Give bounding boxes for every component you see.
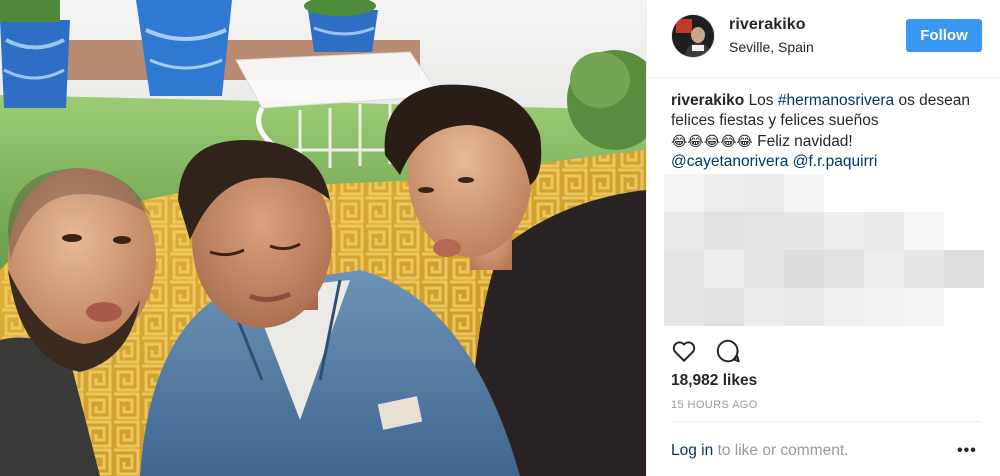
- login-prompt: Log in to like or comment.: [671, 442, 848, 460]
- comment-icon[interactable]: [715, 338, 741, 364]
- header-username[interactable]: riverakiko: [729, 16, 806, 34]
- mention-link-cayetano[interactable]: @cayetanorivera: [671, 153, 788, 170]
- divider: [671, 421, 981, 422]
- caption-username[interactable]: riverakiko: [671, 92, 744, 109]
- more-options-icon[interactable]: •••: [957, 442, 977, 460]
- post-caption: riverakiko Los #hermanosrivera os desean…: [671, 91, 991, 172]
- laughing-emoji-group: 😂😂😂😂😂: [671, 133, 753, 149]
- mention-link-paquirri[interactable]: @f.r.paquirri: [793, 153, 878, 170]
- login-prompt-text: to like or comment.: [713, 442, 849, 459]
- post-header: riverakiko Seville, Spain Follow: [647, 0, 1000, 78]
- caption-text-end: Feliz navidad!: [752, 133, 853, 150]
- hashtag-link[interactable]: #hermanosrivera: [778, 92, 894, 109]
- post-photo[interactable]: [0, 0, 646, 476]
- blue-pot-middle: [136, 0, 232, 96]
- blue-pot-left: [0, 0, 70, 108]
- follow-button[interactable]: Follow: [906, 19, 982, 52]
- like-count[interactable]: 18,982 likes: [671, 372, 757, 390]
- avatar[interactable]: [671, 14, 715, 58]
- photo-illustration: [0, 0, 646, 476]
- heart-icon[interactable]: [671, 338, 697, 364]
- post-side-panel: riverakiko Seville, Spain Follow riverak…: [646, 0, 1000, 476]
- post-timestamp[interactable]: 15 HOURS AGO: [671, 399, 758, 411]
- blue-pot-right: [304, 0, 378, 52]
- pixelated-comments: [664, 174, 984, 326]
- login-link[interactable]: Log in: [671, 442, 713, 459]
- caption-text-start: Los: [748, 92, 778, 109]
- header-location[interactable]: Seville, Spain: [729, 39, 814, 55]
- avatar-image: [672, 15, 714, 57]
